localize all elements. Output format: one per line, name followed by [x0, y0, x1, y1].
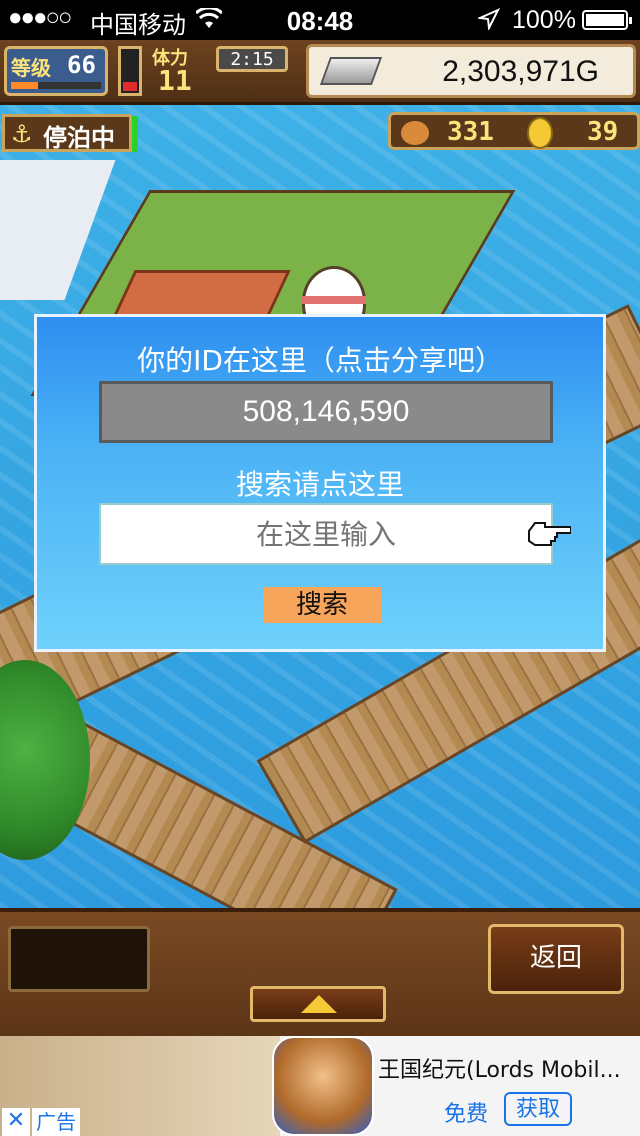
search-input[interactable]	[99, 503, 553, 565]
ad-title[interactable]: 王国纪元(Lords Mobil...	[378, 1052, 636, 1084]
location-arrow-icon	[478, 8, 500, 30]
dock-status-badge[interactable]: ⚓ 停泊中	[2, 114, 132, 152]
gold-panel[interactable]: 2,303,971G	[306, 44, 636, 98]
battery-icon	[582, 10, 632, 30]
bottom-bar: 返回	[0, 908, 640, 1040]
food-count: 331	[447, 117, 494, 147]
dock-status-text: 停泊中	[43, 124, 115, 152]
dialog-title: 你的ID在这里（点击分享吧）	[137, 344, 503, 377]
ad-close-button[interactable]: ✕	[2, 1108, 30, 1136]
status-bar: ●●●○○ 中国移动 08:48 100%	[0, 0, 640, 40]
search-label: 搜索请点这里	[235, 468, 404, 501]
medal-count: 39	[587, 117, 619, 147]
friend-id-dialog: 你的ID在这里（点击分享吧） 508,146,590 搜索请点这里 搜索	[34, 314, 606, 652]
level-panel[interactable]: 等级 66	[4, 46, 108, 96]
medal-icon	[527, 117, 553, 149]
player-id-share-field[interactable]: 508,146,590	[99, 381, 553, 443]
pointing-hand-icon	[528, 522, 571, 546]
ad-banner[interactable]: ✕ 广告 王国纪元(Lords Mobil... 免费 获取	[0, 1036, 640, 1136]
status-indicator	[132, 116, 138, 152]
egg-ribbon	[302, 296, 366, 304]
ad-price: 免费	[444, 1102, 489, 1127]
level-label: 等级	[11, 56, 51, 80]
app-icon[interactable]	[272, 1036, 374, 1136]
gold-amount: 2,303,971G	[442, 55, 599, 88]
level-progress-bar	[11, 82, 101, 89]
level-value: 66	[67, 51, 96, 79]
search-button[interactable]: 搜索	[263, 587, 381, 623]
battery-percent: 100%	[512, 6, 576, 34]
food-icon	[399, 119, 431, 147]
top-hud: 等级 66 体力 11 2:15 2,303,971G	[0, 40, 640, 105]
ad-label: 广告	[32, 1108, 80, 1136]
empty-slot	[8, 926, 150, 992]
expand-menu-button[interactable]	[250, 986, 386, 1022]
stamina-value: 11	[158, 64, 192, 97]
anchor-icon: ⚓	[11, 120, 33, 148]
status-hud: ⚓ 停泊中 331 39	[0, 106, 640, 152]
back-button[interactable]: 返回	[488, 924, 624, 994]
resource-bar: 331 39	[388, 112, 640, 150]
stamina-timer: 2:15	[216, 46, 288, 72]
silver-bar-icon	[319, 57, 383, 85]
ad-get-button[interactable]: 获取	[504, 1092, 572, 1126]
stamina-gauge	[118, 46, 142, 96]
up-arrow-icon	[301, 995, 337, 1013]
